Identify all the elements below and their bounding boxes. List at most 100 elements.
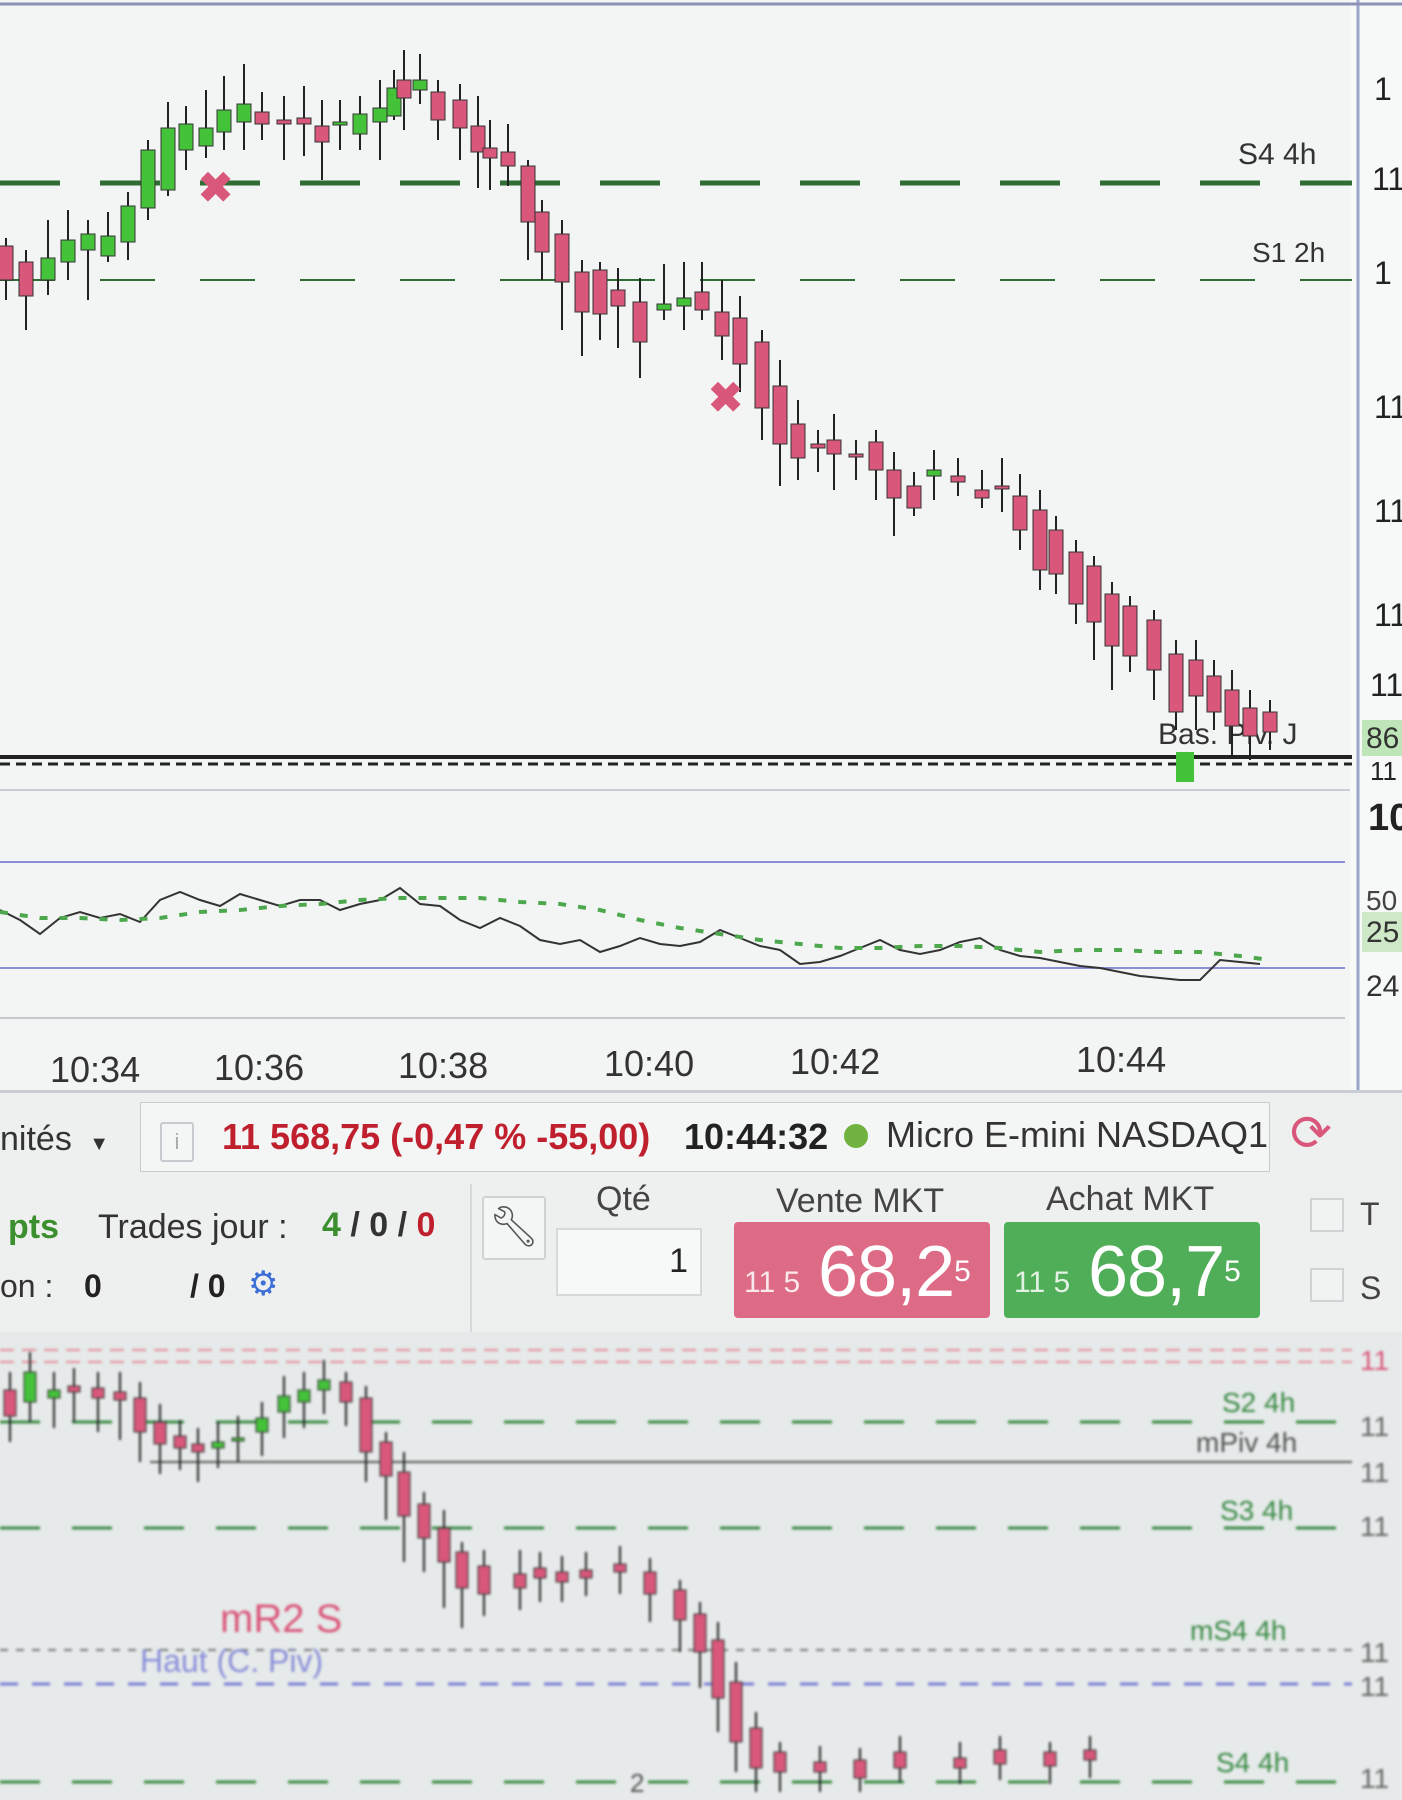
candle <box>455 1551 469 1589</box>
price-axis-label: 11 <box>1370 667 1402 703</box>
price-axis-label: 11 <box>1374 389 1402 425</box>
wrench-icon[interactable]: 🔧︎ <box>482 1196 546 1260</box>
candle <box>773 1751 787 1773</box>
candle <box>1188 659 1204 697</box>
candle <box>500 151 516 167</box>
trades-win-count: 4 <box>322 1206 341 1244</box>
candle <box>352 113 368 135</box>
time-label: 10:44 <box>1076 1039 1166 1080</box>
time-label: 10:42 <box>790 1041 880 1082</box>
secondary-chart-canvas[interactable]: S2 4h mPiv 4h S3 4h mS4 4h S4 4h mR2 S H… <box>0 1332 1402 1800</box>
sell-marker-icon[interactable]: ✖ <box>198 164 233 211</box>
label-s4-4h: S4 4h <box>1238 138 1316 171</box>
candle <box>277 1395 291 1413</box>
price-chart[interactable]: S4 4h S1 2h Bas. Piv. J ✖ ✖ 1 11 1 11 11… <box>0 0 1402 1090</box>
candle <box>1168 653 1184 713</box>
price-axis-label: 11 <box>1372 161 1402 197</box>
candle <box>974 489 990 499</box>
candle <box>810 443 826 449</box>
buy-marker-icon[interactable] <box>1176 752 1194 782</box>
candle <box>520 165 536 223</box>
sell-marker-icon[interactable]: ✖ <box>708 374 743 421</box>
pts-label: pts <box>8 1208 59 1246</box>
candle <box>729 1681 743 1743</box>
candle <box>140 149 156 209</box>
candle <box>772 385 788 445</box>
units-dropdown[interactable]: nités ▼ <box>0 1120 109 1159</box>
candle <box>0 245 14 281</box>
candle <box>826 439 842 455</box>
candle <box>417 1503 431 1539</box>
instrument-name[interactable]: Micro E-mini NASDAQ1 <box>886 1114 1268 1156</box>
indicator-axis-label: 50 <box>1366 885 1397 916</box>
buy-price-prefix: 11 5 <box>1014 1266 1071 1299</box>
refresh-icon[interactable]: ⟳ <box>1290 1104 1332 1162</box>
candle <box>711 1639 725 1699</box>
candle <box>732 317 748 365</box>
sell-price-main: 68,25 <box>818 1232 971 1312</box>
candle <box>579 1569 593 1579</box>
svg-text:11: 11 <box>1360 1763 1389 1794</box>
candle <box>452 99 468 129</box>
candle <box>1122 605 1138 657</box>
candle <box>255 1417 269 1433</box>
trades-label: Trades jour : <box>98 1208 288 1246</box>
position-label: on : <box>0 1268 54 1304</box>
s-checkbox[interactable] <box>1310 1268 1344 1302</box>
chevron-down-icon: ▼ <box>89 1133 110 1155</box>
trades-even-count: 0 <box>369 1206 389 1244</box>
candle <box>790 423 806 459</box>
price-chart-canvas[interactable]: S4 4h S1 2h Bas. Piv. J ✖ ✖ 1 11 1 11 11… <box>0 0 1402 1090</box>
candle <box>120 205 136 243</box>
secondary-chart[interactable]: S2 4h mPiv 4h S3 4h mS4 4h S4 4h mR2 S H… <box>0 1332 1402 1800</box>
candle <box>276 119 292 125</box>
buy-price-main: 68,75 <box>1088 1232 1241 1312</box>
candle <box>886 469 902 499</box>
candle <box>80 233 96 251</box>
candle <box>359 1397 373 1453</box>
units-dropdown-label: nités <box>0 1120 72 1158</box>
s-label: S <box>1360 1270 1382 1306</box>
time-label: 10:34 <box>50 1049 140 1090</box>
candle <box>610 289 626 307</box>
svg-text:11: 11 <box>1360 1671 1389 1702</box>
candle <box>153 1421 167 1445</box>
last-update-time: 10:44:32 <box>684 1116 829 1157</box>
info-icon[interactable]: i <box>160 1122 194 1162</box>
candle <box>1032 509 1048 571</box>
annotation-haut: Haut (C. Piv) <box>140 1643 323 1679</box>
panel-separator <box>470 1184 472 1332</box>
secondary-candlestick-series <box>3 1352 1097 1792</box>
candle <box>574 271 590 313</box>
candle <box>23 1371 37 1403</box>
indicator-line <box>0 886 1261 981</box>
current-price-tag-label: 86 <box>1366 722 1399 755</box>
candle <box>953 1757 967 1769</box>
price-axis-label: 11 <box>1370 756 1397 786</box>
candle <box>314 125 330 143</box>
t-checkbox[interactable] <box>1310 1198 1344 1232</box>
qty-input[interactable]: 1 <box>556 1228 702 1296</box>
candle <box>339 1381 353 1403</box>
price-axis-label: 1 <box>1374 255 1392 291</box>
indicator-axis-label: 24 <box>1366 970 1399 1003</box>
candle <box>67 1385 81 1393</box>
candle <box>1048 529 1064 575</box>
candle <box>18 261 34 297</box>
price-axis-label: 11 <box>1374 493 1402 529</box>
gears-icon[interactable]: ⚙ <box>248 1264 278 1304</box>
sell-market-button[interactable]: 11 5 68,25 <box>734 1222 990 1318</box>
candle <box>694 291 710 311</box>
buy-market-button[interactable]: 11 5 68,75 <box>1004 1222 1260 1318</box>
candle <box>693 1613 707 1653</box>
candle <box>396 79 412 99</box>
candle <box>1104 593 1120 647</box>
annotation-2: 2 <box>630 1768 644 1798</box>
price-change: 11 568,75 (-0,47 % -55,00) <box>222 1116 651 1157</box>
sell-price-prefix: 11 5 <box>744 1266 801 1299</box>
candle <box>868 441 884 471</box>
label-s1-2h: S1 2h <box>1252 237 1325 268</box>
candle <box>379 1441 393 1477</box>
candle <box>632 301 648 343</box>
candle <box>133 1397 147 1433</box>
